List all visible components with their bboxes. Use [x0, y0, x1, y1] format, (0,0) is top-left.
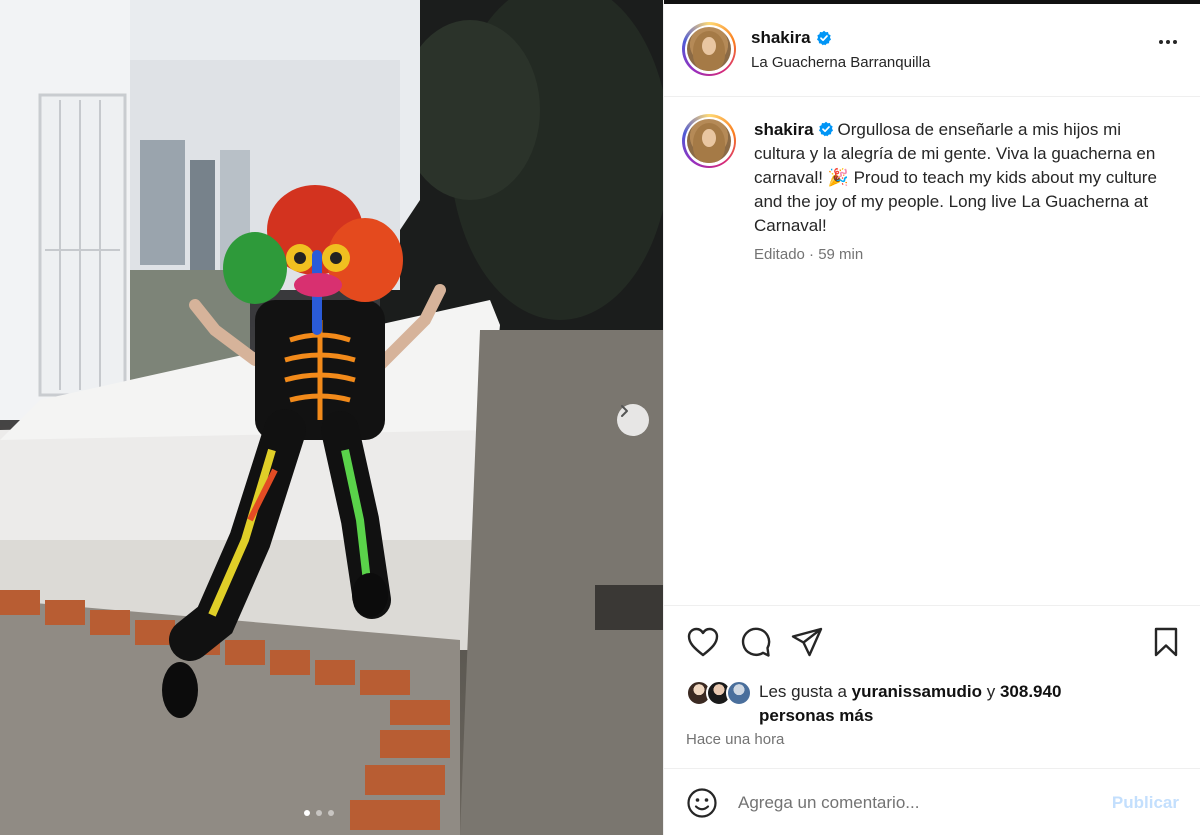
- carousel-dot: [316, 810, 322, 816]
- avatar-image: [687, 119, 731, 163]
- liker-avatars[interactable]: [686, 680, 756, 706]
- publish-button[interactable]: Publicar: [1112, 793, 1179, 813]
- likes-prefix: Les gusta a: [759, 682, 852, 701]
- share-button[interactable]: [790, 625, 824, 659]
- liker-avatar[interactable]: [726, 680, 752, 706]
- liker-username[interactable]: yuranissamudio: [852, 682, 982, 701]
- author-username[interactable]: shakira: [751, 28, 832, 48]
- likes-suffix[interactable]: personas más: [759, 706, 873, 725]
- post-location[interactable]: La Guacherna Barranquilla: [751, 54, 930, 71]
- action-icons: [686, 625, 824, 659]
- comment-box: Publicar: [664, 768, 1200, 835]
- caption-username[interactable]: shakira: [754, 120, 814, 139]
- comment-button[interactable]: [738, 625, 772, 659]
- caption-meta: Editado · 59 min: [754, 246, 864, 263]
- save-button[interactable]: [1149, 625, 1183, 659]
- more-options-icon[interactable]: [1159, 40, 1177, 44]
- verified-badge-icon: [816, 30, 831, 46]
- heart-icon: [687, 627, 719, 657]
- username-text[interactable]: shakira: [751, 28, 811, 48]
- verified-badge-icon: [818, 121, 833, 137]
- likes-middle: y: [982, 682, 1000, 701]
- author-avatar[interactable]: [682, 22, 736, 76]
- share-icon: [791, 627, 823, 657]
- carousel-dot: [328, 810, 334, 816]
- likes-count[interactable]: 308.940: [1000, 682, 1061, 701]
- caption-content: Orgullosa de enseñarle a mis hijos mi cu…: [754, 120, 1157, 235]
- comment-icon: [741, 627, 771, 657]
- caption-body: shakira Orgullosa de enseñarle a mis hij…: [754, 118, 1174, 238]
- post-header: shakira La Guacherna Barranquilla: [664, 4, 1200, 97]
- photo-illustration: [0, 0, 663, 835]
- bookmark-icon: [1154, 627, 1178, 657]
- post-timestamp[interactable]: Hace una hora: [686, 731, 784, 748]
- carousel-dot-active: [304, 810, 310, 816]
- likes-text[interactable]: Les gusta a yuranissamudio y 308.940 pers…: [759, 680, 1159, 728]
- avatar-image: [687, 27, 731, 71]
- post-photo[interactable]: [0, 0, 663, 835]
- chevron-right-icon: [621, 405, 628, 417]
- post-details-panel: shakira La Guacherna Barranquilla shakir…: [663, 0, 1200, 835]
- carousel-next-button[interactable]: [617, 404, 649, 436]
- emoji-icon[interactable]: [686, 787, 718, 819]
- carousel-dots: [304, 810, 334, 816]
- comment-input[interactable]: [738, 789, 1078, 817]
- like-button[interactable]: [686, 625, 720, 659]
- caption-avatar[interactable]: [682, 114, 736, 168]
